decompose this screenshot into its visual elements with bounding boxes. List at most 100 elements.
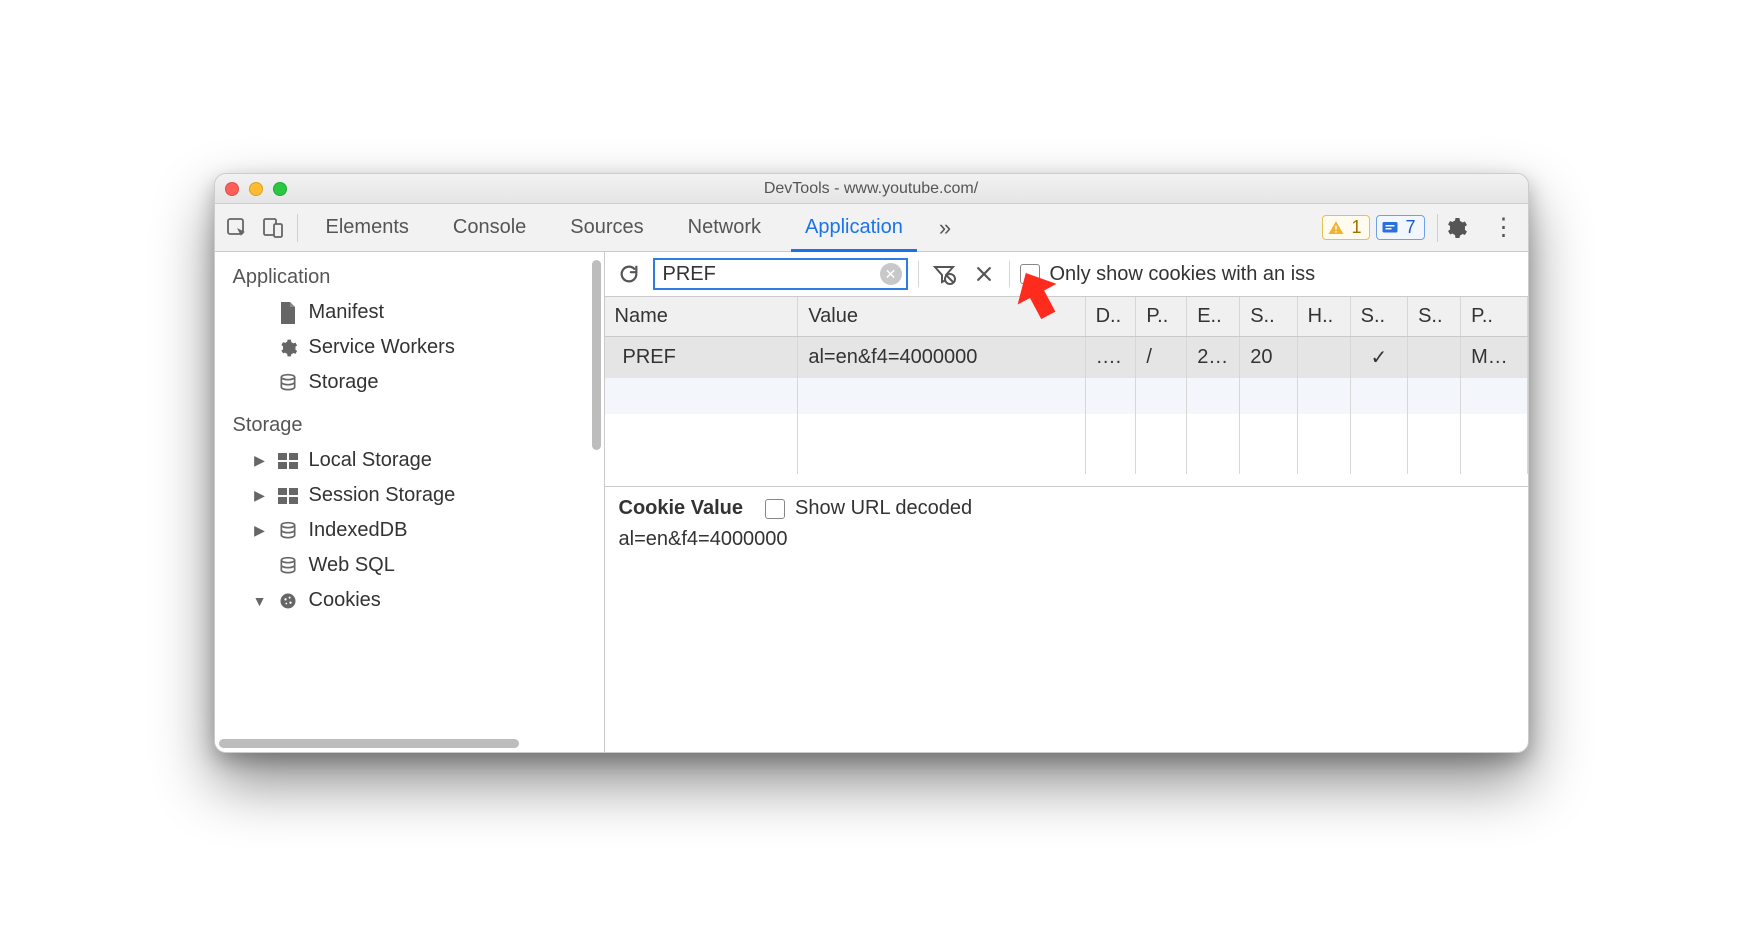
sidebar-item-storage[interactable]: Storage xyxy=(215,365,604,400)
cookie-icon xyxy=(277,590,299,612)
column-httponly[interactable]: H.. xyxy=(1297,297,1350,337)
window-title: DevTools - www.youtube.com/ xyxy=(215,180,1528,198)
warning-icon xyxy=(1327,219,1345,237)
window-titlebar: DevTools - www.youtube.com/ xyxy=(215,174,1528,204)
panel-tabs: Elements Console Sources Network Applica… xyxy=(304,204,925,251)
disclosure-triangle-icon[interactable]: ▶ xyxy=(253,452,267,469)
sidebar-item-label: Local Storage xyxy=(309,449,432,472)
scrollbar-vertical[interactable] xyxy=(592,260,601,450)
cell-domain[interactable]: …. xyxy=(1085,337,1136,379)
sidebar-item-websql[interactable]: Web SQL xyxy=(215,548,604,583)
sidebar-item-service-workers[interactable]: Service Workers xyxy=(215,330,604,365)
database-icon xyxy=(277,555,299,577)
divider xyxy=(297,214,298,242)
cell-size[interactable]: 20 xyxy=(1240,337,1297,379)
sidebar-item-label: Service Workers xyxy=(309,336,455,359)
delete-selected-icon[interactable] xyxy=(969,259,999,289)
cookie-value-text: al=en&f4=4000000 xyxy=(619,528,1514,551)
sidebar-item-cookies[interactable]: ▼ Cookies xyxy=(215,583,604,618)
disclosure-triangle-icon[interactable]: ▼ xyxy=(253,593,267,609)
devtools-window: DevTools - www.youtube.com/ Elements Con… xyxy=(214,173,1529,753)
filter-input[interactable] xyxy=(655,261,906,288)
column-domain[interactable]: D.. xyxy=(1085,297,1136,337)
show-url-decoded-label: Show URL decoded xyxy=(795,497,972,520)
table-header-row: Name Value D.. P.. E.. S.. H.. S.. S.. P… xyxy=(605,297,1528,337)
cookie-detail: Cookie Value Show URL decoded al=en&f4=4… xyxy=(605,487,1528,561)
disclosure-triangle-icon[interactable]: ▶ xyxy=(253,522,267,539)
file-icon xyxy=(277,302,299,324)
column-value[interactable]: Value xyxy=(798,297,1085,337)
only-issues-label: Only show cookies with an iss xyxy=(1050,263,1316,286)
divider xyxy=(1009,261,1010,287)
zoom-window-button[interactable] xyxy=(273,182,287,196)
sidebar-group-application: Application xyxy=(215,252,604,295)
inspect-element-icon[interactable] xyxy=(219,210,255,246)
cookies-table: Name Value D.. P.. E.. S.. H.. S.. S.. P… xyxy=(605,297,1528,487)
window-controls xyxy=(225,182,287,196)
application-sidebar: Application Manifest Service Workers xyxy=(215,252,605,752)
database-icon xyxy=(277,372,299,394)
warnings-count: 1 xyxy=(1351,217,1361,238)
refresh-icon[interactable] xyxy=(615,260,643,288)
sidebar-item-label: Storage xyxy=(309,371,379,394)
disclosure-triangle-icon[interactable]: ▶ xyxy=(253,487,267,504)
column-expires[interactable]: E.. xyxy=(1187,297,1240,337)
tab-sources[interactable]: Sources xyxy=(548,204,665,251)
table-icon xyxy=(277,485,299,507)
message-icon xyxy=(1381,219,1399,237)
clear-all-filter-icon[interactable] xyxy=(929,259,959,289)
cell-name[interactable]: PREF xyxy=(605,337,798,379)
sidebar-item-label: IndexedDB xyxy=(309,519,408,542)
table-icon xyxy=(277,450,299,472)
table-row[interactable] xyxy=(605,414,1528,474)
column-samesite[interactable]: S.. xyxy=(1408,297,1461,337)
only-issues-checkbox[interactable] xyxy=(1020,264,1040,284)
clear-filter-icon[interactable]: ✕ xyxy=(880,263,902,285)
tab-elements[interactable]: Elements xyxy=(304,204,431,251)
sidebar-item-label: Session Storage xyxy=(309,484,456,507)
table-row[interactable]: PREF al=en&f4=4000000 …. / 2… 20 ✓ M… xyxy=(605,337,1528,379)
sidebar-group-storage: Storage xyxy=(215,400,604,443)
minimize-window-button[interactable] xyxy=(249,182,263,196)
show-url-decoded-checkbox[interactable] xyxy=(765,499,785,519)
cell-priority[interactable]: M… xyxy=(1461,337,1527,379)
toggle-device-toolbar-icon[interactable] xyxy=(255,210,291,246)
settings-icon[interactable] xyxy=(1444,216,1484,240)
sidebar-item-local-storage[interactable]: ▶ Local Storage xyxy=(215,443,604,478)
tab-console[interactable]: Console xyxy=(431,204,548,251)
messages-count: 7 xyxy=(1405,217,1415,238)
table-row[interactable] xyxy=(605,378,1528,414)
more-tabs-button[interactable]: » xyxy=(925,215,965,241)
cookies-toolbar: ✕ Only show cookies with an iss xyxy=(605,252,1528,297)
cell-value[interactable]: al=en&f4=4000000 xyxy=(798,337,1085,379)
sidebar-item-session-storage[interactable]: ▶ Session Storage xyxy=(215,478,604,513)
close-window-button[interactable] xyxy=(225,182,239,196)
tab-application[interactable]: Application xyxy=(783,204,925,251)
filter-input-wrapper: ✕ xyxy=(653,258,908,290)
gear-icon xyxy=(277,337,299,359)
warnings-badge[interactable]: 1 xyxy=(1322,215,1370,240)
panel-body: Application Manifest Service Workers xyxy=(215,252,1528,752)
cell-httponly[interactable] xyxy=(1297,337,1350,379)
divider xyxy=(1437,214,1438,242)
sidebar-item-manifest[interactable]: Manifest xyxy=(215,295,604,330)
cookie-value-heading: Cookie Value xyxy=(619,497,744,520)
column-size[interactable]: S.. xyxy=(1240,297,1297,337)
divider xyxy=(918,261,919,287)
cell-path[interactable]: / xyxy=(1136,337,1187,379)
sidebar-item-label: Web SQL xyxy=(309,554,395,577)
column-secure[interactable]: S.. xyxy=(1350,297,1407,337)
cell-expires[interactable]: 2… xyxy=(1187,337,1240,379)
column-path[interactable]: P.. xyxy=(1136,297,1187,337)
more-options-icon[interactable]: ⋮ xyxy=(1484,213,1524,242)
tab-network[interactable]: Network xyxy=(666,204,783,251)
cell-samesite[interactable] xyxy=(1408,337,1461,379)
column-priority[interactable]: P.. xyxy=(1461,297,1527,337)
sidebar-item-indexeddb[interactable]: ▶ IndexedDB xyxy=(215,513,604,548)
scrollbar-horizontal[interactable] xyxy=(219,739,519,748)
devtools-tabbar: Elements Console Sources Network Applica… xyxy=(215,204,1528,252)
column-name[interactable]: Name xyxy=(605,297,798,337)
cell-secure[interactable]: ✓ xyxy=(1350,337,1407,379)
messages-badge[interactable]: 7 xyxy=(1376,215,1424,240)
sidebar-item-label: Manifest xyxy=(309,301,385,324)
